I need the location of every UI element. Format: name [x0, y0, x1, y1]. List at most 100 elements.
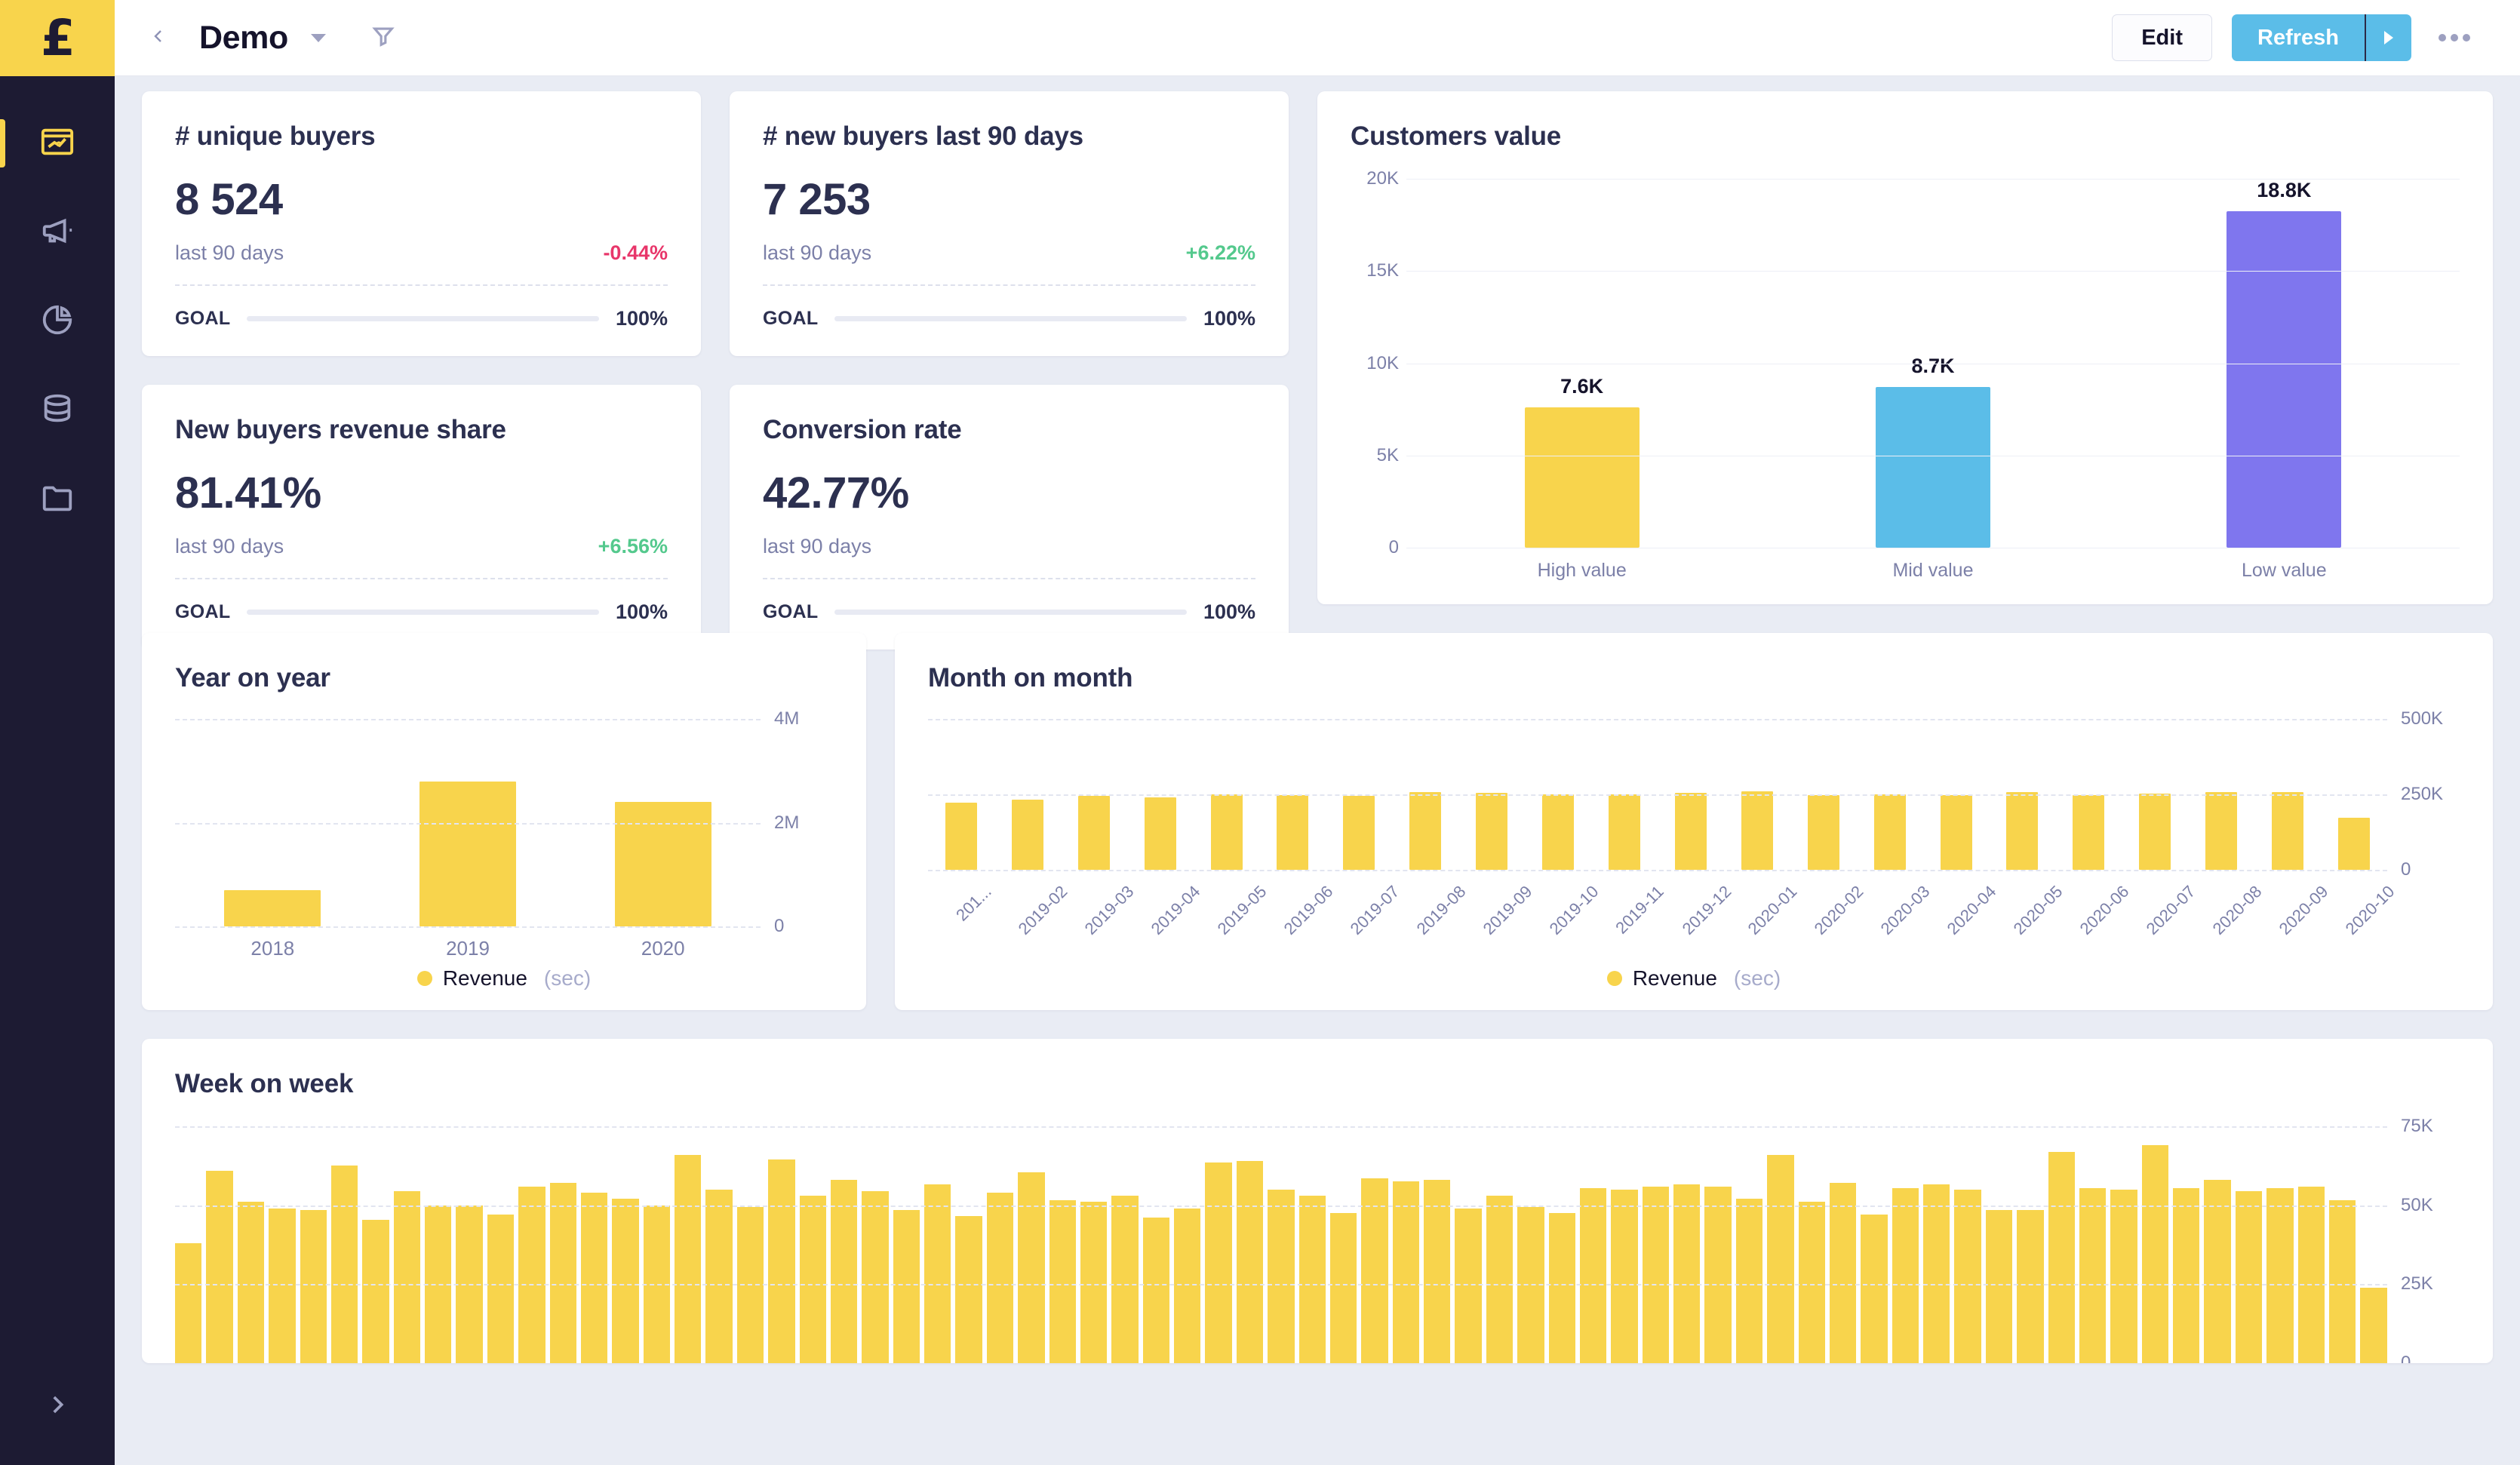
bar-slot[interactable] [799, 1126, 826, 1363]
bar-slot[interactable] [1735, 1126, 1763, 1363]
bar[interactable] [2204, 1180, 2231, 1363]
bar[interactable] [924, 1184, 951, 1363]
bar[interactable] [1018, 1172, 1045, 1363]
bar[interactable] [893, 1209, 920, 1363]
sidebar-item-files[interactable] [0, 455, 115, 544]
bar[interactable] [1486, 1196, 1514, 1363]
bar-slot[interactable] [1361, 1126, 1388, 1363]
bar[interactable] [1829, 1183, 1857, 1363]
bar-slot[interactable] [1985, 1126, 2013, 1363]
bar[interactable] [1174, 1208, 1201, 1363]
bar-slot[interactable] [612, 1126, 639, 1363]
bar[interactable] [393, 1190, 420, 1363]
bar-slot[interactable] [487, 1126, 515, 1363]
year-on-year-card[interactable]: Year on year 0 2M 4M 2018 2019 2020 Revenue … [142, 633, 866, 1010]
bar-slot[interactable] [1673, 1126, 1701, 1363]
bar[interactable] [1409, 791, 1442, 870]
bar-slot[interactable] [1268, 1126, 1295, 1363]
bar[interactable] [705, 1189, 733, 1363]
bar[interactable] [1548, 1213, 1575, 1363]
bar[interactable] [1142, 1218, 1169, 1363]
bar-slot[interactable] [580, 1126, 608, 1363]
bar-slot[interactable] [330, 1126, 358, 1363]
bar[interactable] [2139, 794, 2171, 870]
kpi-card[interactable]: Conversion rate 42.77% last 90 days GOAL… [730, 385, 1289, 650]
bar-slot[interactable] [2328, 1126, 2356, 1363]
bar[interactable] [2006, 791, 2039, 870]
bar[interactable] [1476, 793, 1508, 870]
bar-slot[interactable] [1392, 1126, 1419, 1363]
bar-slot[interactable] [986, 1126, 1014, 1363]
week-on-week-card[interactable]: Week on week 0 25K 50K 75K [142, 1039, 2493, 1363]
bar[interactable] [206, 1170, 233, 1363]
bar[interactable] [1329, 1213, 1357, 1363]
bar-slot[interactable] [1923, 1126, 1950, 1363]
bar-slot[interactable] [300, 1126, 327, 1363]
bar-slot[interactable] [1861, 1126, 1888, 1363]
more-options-button[interactable] [2431, 22, 2478, 54]
sidebar-expand-button[interactable] [0, 1392, 115, 1421]
bar-slot[interactable] [1798, 1126, 1825, 1363]
bar[interactable] [1542, 794, 1575, 870]
bar[interactable] [986, 1192, 1014, 1363]
back-button[interactable] [137, 17, 180, 59]
filter-button[interactable] [356, 15, 410, 60]
bar[interactable] [1111, 1196, 1139, 1363]
bar[interactable] [2328, 1200, 2356, 1363]
bar[interactable] [2266, 1187, 2294, 1363]
bar[interactable] [237, 1202, 265, 1363]
bar-slot[interactable] [269, 1126, 296, 1363]
bar[interactable] [1985, 1209, 2013, 1363]
dashboard-selector-button[interactable] [308, 27, 329, 48]
bar[interactable] [1611, 1189, 1638, 1363]
edit-button[interactable]: Edit [2112, 14, 2212, 61]
bar[interactable] [487, 1215, 515, 1363]
bar-slot[interactable] [862, 1126, 889, 1363]
bar[interactable] [862, 1190, 889, 1363]
bar-slot[interactable] [2017, 1126, 2044, 1363]
bar[interactable] [830, 1180, 858, 1363]
bar-slot[interactable] [2141, 1126, 2168, 1363]
bar[interactable] [1424, 1180, 1451, 1363]
bar[interactable] [1642, 1186, 1669, 1363]
bar[interactable] [362, 1219, 389, 1363]
bar-slot[interactable] [393, 1126, 420, 1363]
bar[interactable] [768, 1159, 795, 1363]
bar[interactable] [614, 802, 711, 926]
bar[interactable] [1875, 387, 1990, 548]
bar[interactable] [945, 803, 977, 870]
kpi-card[interactable]: New buyers revenue share 81.41% last 90 … [142, 385, 701, 650]
bar-slot[interactable] [1080, 1126, 1108, 1363]
bar-slot[interactable] [1018, 1126, 1045, 1363]
bar-slot[interactable] [1954, 1126, 1981, 1363]
bar-slot[interactable] [1174, 1126, 1201, 1363]
bar[interactable] [2272, 791, 2304, 870]
bar[interactable] [580, 1192, 608, 1363]
bar[interactable] [1236, 1161, 1264, 1363]
bar[interactable] [1210, 794, 1243, 870]
bar-slot[interactable] [362, 1126, 389, 1363]
bar[interactable] [1704, 1186, 1732, 1363]
bar[interactable] [1392, 1181, 1419, 1363]
sidebar-item-campaigns[interactable] [0, 188, 115, 277]
bar-slot[interactable] [1829, 1126, 1857, 1363]
bar[interactable] [1080, 1202, 1108, 1363]
bar-slot[interactable] [237, 1126, 265, 1363]
bar[interactable] [419, 781, 516, 926]
bar[interactable] [1735, 1199, 1763, 1363]
bar[interactable] [1277, 795, 1309, 870]
bar-slot[interactable] [1579, 1126, 1607, 1363]
bar-slot[interactable] [1142, 1126, 1169, 1363]
bar[interactable] [612, 1199, 639, 1363]
kpi-card[interactable]: # unique buyers 8 524 last 90 days -0.44… [142, 91, 701, 356]
bar-slot[interactable] [1298, 1126, 1326, 1363]
bar-slot[interactable] [1892, 1126, 1919, 1363]
bar-slot[interactable] [1111, 1126, 1139, 1363]
bar[interactable] [1674, 792, 1707, 870]
bar-slot[interactable] [2266, 1126, 2294, 1363]
bar[interactable] [1049, 1200, 1076, 1363]
bar[interactable] [1923, 1184, 1950, 1363]
bar[interactable] [1144, 797, 1176, 870]
bar[interactable] [1205, 1162, 1232, 1363]
bar-slot[interactable] [643, 1126, 670, 1363]
